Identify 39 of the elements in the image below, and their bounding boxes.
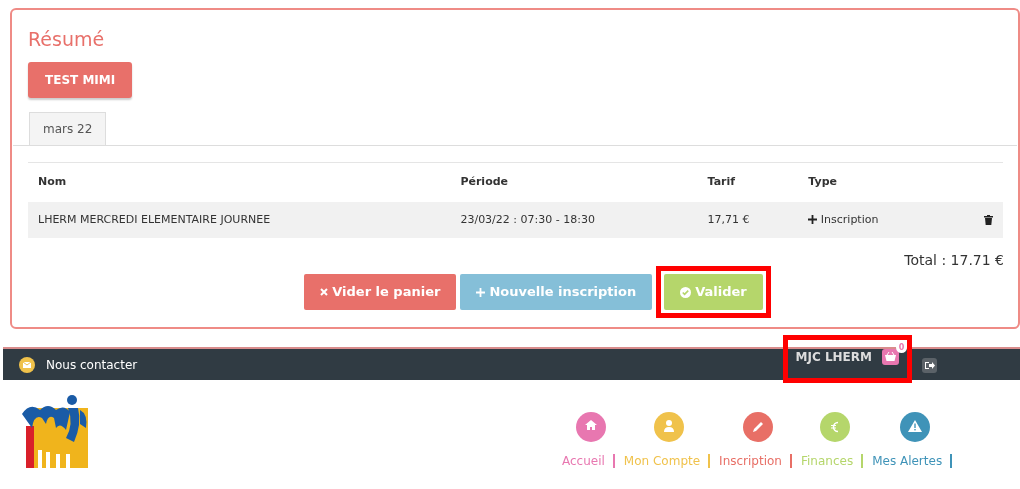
- nav-link[interactable]: Accueil: [562, 452, 605, 470]
- logout-icon[interactable]: [922, 357, 937, 373]
- nav-link[interactable]: Inscription: [719, 452, 782, 470]
- month-tab[interactable]: mars 22: [29, 112, 107, 145]
- column-header: Tarif: [697, 162, 799, 202]
- separator: [950, 454, 953, 468]
- close-icon: [320, 288, 329, 296]
- separator: [708, 454, 711, 468]
- person-button[interactable]: TEST MIMI: [28, 62, 133, 98]
- column-header: Type: [798, 162, 948, 202]
- plus-icon: [808, 214, 818, 224]
- table-cell: LHERM MERCREDI ELEMENTAIRE JOURNEE: [28, 201, 451, 238]
- basket-icon[interactable]: [882, 349, 899, 365]
- warning-icon[interactable]: [899, 412, 930, 442]
- pencil-icon[interactable]: [743, 412, 774, 442]
- check-circle-icon: [680, 286, 692, 298]
- separator: [612, 454, 615, 468]
- section-title: Résumé: [28, 27, 106, 52]
- total-text: Total : 17.71 €: [903, 251, 1004, 270]
- table-cell: Inscription: [820, 212, 879, 226]
- count-badge: 0: [896, 341, 907, 353]
- column-header: Nom: [28, 162, 451, 202]
- home-icon[interactable]: [575, 412, 606, 442]
- column-header: Période: [450, 162, 698, 202]
- separator: [789, 454, 792, 468]
- user-name: MJC LHERM: [795, 348, 872, 366]
- trash-icon[interactable]: [984, 214, 993, 225]
- clear-cart-button[interactable]: Vider le panier: [304, 274, 457, 310]
- new-registration-button[interactable]: Nouvelle inscription: [460, 274, 653, 310]
- separator: [861, 454, 864, 468]
- table-cell: 17,71 €: [697, 201, 799, 238]
- envelope-icon[interactable]: [19, 356, 35, 373]
- plus-icon: [476, 287, 486, 297]
- nav-link[interactable]: Mes Alertes: [872, 452, 943, 470]
- contact-link[interactable]: Nous contacter: [46, 355, 138, 374]
- table-cell: 23/03/22 : 07:30 - 18:30: [450, 201, 698, 238]
- nav-link[interactable]: Mon Compte: [623, 452, 701, 470]
- validate-button[interactable]: Valider: [664, 274, 763, 310]
- nav-link[interactable]: Finances: [800, 452, 854, 470]
